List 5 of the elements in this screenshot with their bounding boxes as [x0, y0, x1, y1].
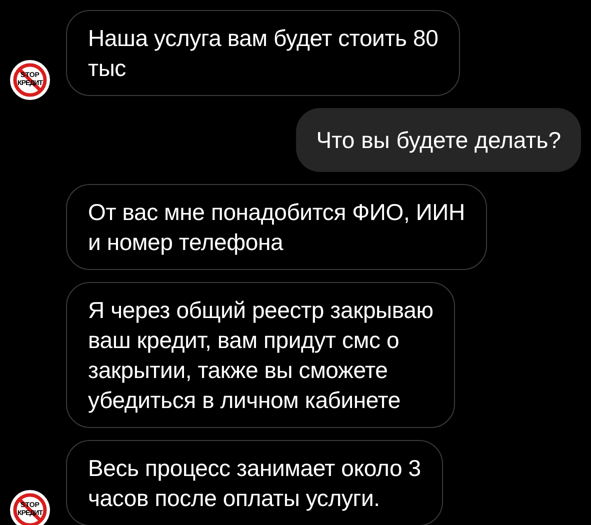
message-bubble: От вас мне понадобится ФИО, ИИН и номер телефона [66, 184, 487, 270]
message-bubble: Наша услуга вам будет стоить 80 тыс [66, 10, 460, 96]
message-bubble: Весь процесс занимает около 3 часов после оплаты услуги. [66, 440, 443, 525]
sent-message-bubble: Что вы будете делать? [296, 108, 581, 172]
message-bubble: Я через общий реестр закрываю ваш кредит, вам придут смс о закрытии, также вы сможете убедиться в личном кабинете [66, 282, 456, 428]
